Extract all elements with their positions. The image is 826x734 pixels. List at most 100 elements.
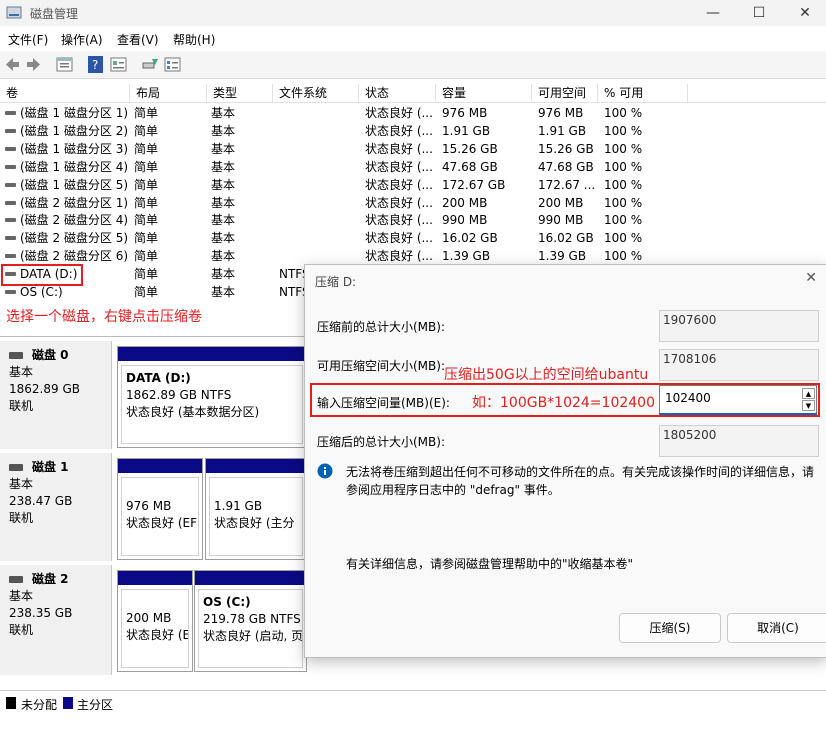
table-row[interactable]: (磁盘 1 磁盘分区 3) 简单 基本 状态良好 (... 15.26 GB 15.26 …	[0, 140, 826, 158]
table-row[interactable]: (磁盘 2 磁盘分区 6) 简单 基本 状态良好 (... 1.39 GB 1.39 GB…	[0, 247, 826, 265]
partition-size: 200 MB	[126, 611, 172, 625]
cell-type: 基本	[211, 123, 236, 138]
cell-free-space: 16.02 GB	[538, 231, 594, 246]
cell-layout: 简单	[134, 159, 159, 174]
cell-free-space: 990 MB	[538, 213, 584, 228]
partition-disk1-2[interactable]: 1.91 GB 状态良好 (主分	[205, 458, 307, 560]
available-label: 可用压缩空间大小(MB):	[317, 359, 445, 373]
partition-size: 976 MB	[126, 499, 172, 513]
cell-capacity: 47.68 GB	[442, 159, 498, 174]
partition-title: DATA (D:)	[126, 371, 191, 385]
column-header-percent-free[interactable]: % 可用	[598, 84, 688, 102]
annotation-highlight-data-volume	[1, 264, 83, 286]
partition-os-c[interactable]: OS (C:) 219.78 GB NTFS 状态良好 (启动, 页面	[194, 570, 307, 672]
shrink-button[interactable]: 压缩(S)	[619, 613, 721, 643]
volume-icon	[5, 111, 16, 115]
disk-1-status: 联机	[9, 511, 34, 525]
forward-arrow-icon[interactable]	[25, 56, 42, 73]
disk-2-label[interactable]: 磁盘 2 基本 238.35 GB 联机	[0, 565, 112, 675]
info-icon	[317, 463, 333, 479]
partition-status: 状态良好 (主分	[214, 516, 295, 530]
partition-status: 状态良好 (E	[126, 628, 189, 642]
column-header-free-space[interactable]: 可用空间	[532, 84, 598, 102]
cell-filesystem	[279, 229, 357, 247]
total-after-label: 压缩后的总计大小(MB):	[317, 435, 445, 449]
info-text: 无法将卷压缩到超出任何不可移动的文件所在的点。有关完成该操作时间的详细信息，请参…	[346, 465, 815, 497]
cell-capacity: 1.91 GB	[442, 123, 491, 138]
volume-icon	[5, 182, 16, 187]
cell-free-space: 976 MB	[538, 106, 584, 120]
volume-icon	[5, 254, 16, 259]
disk-icon	[9, 576, 23, 583]
partition-status: 状态良好 (基本数据分区)	[126, 405, 260, 419]
partition-disk1-1[interactable]: 976 MB 状态良好 (EFI	[117, 458, 203, 560]
cell-free-space: 1.39 GB	[538, 249, 587, 264]
column-header-filesystem[interactable]: 文件系统	[273, 84, 359, 102]
help-text: 有关详细信息，请参阅磁盘管理帮助中的"收缩基本卷"	[346, 557, 634, 571]
cell-free-space: 200 MB	[538, 195, 584, 210]
cell-type: 基本	[211, 106, 236, 120]
disk-management-app-icon	[6, 6, 22, 19]
cell-layout: 简单	[134, 141, 159, 156]
table-row[interactable]: (磁盘 2 磁盘分区 1) 简单 基本 状态良好 (... 200 MB 200 MB 10…	[0, 194, 826, 212]
legend-unallocated: 未分配	[21, 698, 58, 712]
column-header-status[interactable]: 状态	[359, 84, 436, 102]
disk-1-name: 磁盘 1	[32, 460, 69, 474]
menu-view[interactable]: 查看(V)	[117, 31, 159, 48]
disk-check-icon[interactable]	[142, 56, 159, 73]
table-row[interactable]: (磁盘 1 磁盘分区 4) 简单 基本 状态良好 (... 47.68 GB 47.68 …	[0, 158, 826, 176]
column-header-type[interactable]: 类型	[207, 84, 273, 102]
partition-data-d[interactable]: DATA (D:) 1862.89 GB NTFS 状态良好 (基本数据分区)	[117, 346, 307, 448]
column-header-capacity[interactable]: 容量	[436, 84, 532, 102]
settings-list-icon[interactable]	[164, 56, 181, 73]
cell-volume: (磁盘 1 磁盘分区 2)	[20, 123, 128, 138]
cell-type: 基本	[211, 231, 236, 246]
primary-swatch	[63, 697, 73, 709]
cell-status: 状态良好 (...	[365, 195, 433, 210]
menu-action[interactable]: 操作(A)	[61, 31, 103, 48]
back-arrow-icon[interactable]	[4, 56, 21, 73]
cell-percent-free: 100 %	[604, 177, 643, 192]
cell-layout: 简单	[134, 106, 159, 120]
table-row[interactable]: (磁盘 2 磁盘分区 4) 简单 基本 状态良好 (... 990 MB 990 MB 10…	[0, 211, 826, 229]
table-row[interactable]: (磁盘 1 磁盘分区 5) 简单 基本 状态良好 (... 172.67 GB 172.6…	[0, 176, 826, 194]
cell-filesystem	[279, 140, 357, 158]
cell-layout: 简单	[134, 267, 159, 282]
menu-file[interactable]: 文件(F)	[8, 31, 48, 48]
cell-layout: 简单	[134, 195, 159, 210]
partition-size: 219.78 GB NTFS	[203, 612, 301, 626]
cell-status: 状态良好 (...	[365, 141, 433, 156]
column-header-volume[interactable]: 卷	[0, 84, 130, 102]
total-before-label: 压缩前的总计大小(MB):	[317, 320, 445, 334]
close-button[interactable]: ✕	[782, 0, 826, 26]
disk-2-type: 基本	[9, 589, 34, 603]
maximize-button[interactable]: ☐	[736, 0, 782, 26]
volume-icon	[5, 128, 16, 133]
cell-capacity: 1.39 GB	[442, 249, 491, 264]
partition-disk2-1[interactable]: 200 MB 状态良好 (E	[117, 570, 193, 672]
properties-icon[interactable]	[110, 56, 127, 73]
help-icon[interactable]: ?	[88, 56, 103, 73]
console-tree-icon[interactable]	[56, 56, 73, 73]
cell-filesystem	[279, 104, 357, 122]
cancel-button[interactable]: 取消(C)	[727, 613, 826, 643]
disk-1-label[interactable]: 磁盘 1 基本 238.47 GB 联机	[0, 453, 112, 561]
column-header-layout[interactable]: 布局	[130, 84, 207, 102]
table-row[interactable]: (磁盘 1 磁盘分区 1) 简单 基本 状态良好 (... 976 MB 976 MB 10…	[0, 104, 826, 122]
minimize-button[interactable]: —	[690, 0, 736, 26]
disk-2-status: 联机	[9, 623, 34, 637]
disk-0-size: 1862.89 GB	[9, 382, 80, 396]
volume-icon	[5, 218, 16, 223]
table-row[interactable]: (磁盘 2 磁盘分区 5) 简单 基本 状态良好 (... 16.02 GB 16.02 …	[0, 229, 826, 247]
table-row[interactable]: (磁盘 1 磁盘分区 2) 简单 基本 状态良好 (... 1.91 GB 1.91 GB…	[0, 122, 826, 140]
disk-1-size: 238.47 GB	[9, 494, 73, 508]
cell-free-space: 1.91 GB	[538, 123, 587, 138]
disk-0-label[interactable]: 磁盘 0 基本 1862.89 GB 联机	[0, 341, 112, 449]
dialog-close-button[interactable]: ✕	[805, 270, 817, 286]
partition-size: 1862.89 GB NTFS	[126, 388, 232, 402]
menu-help[interactable]: 帮助(H)	[173, 31, 215, 48]
cell-percent-free: 100 %	[604, 249, 643, 264]
volume-icon	[5, 146, 16, 151]
cell-percent-free: 100 %	[604, 159, 643, 174]
cell-status: 状态良好 (...	[365, 106, 433, 120]
